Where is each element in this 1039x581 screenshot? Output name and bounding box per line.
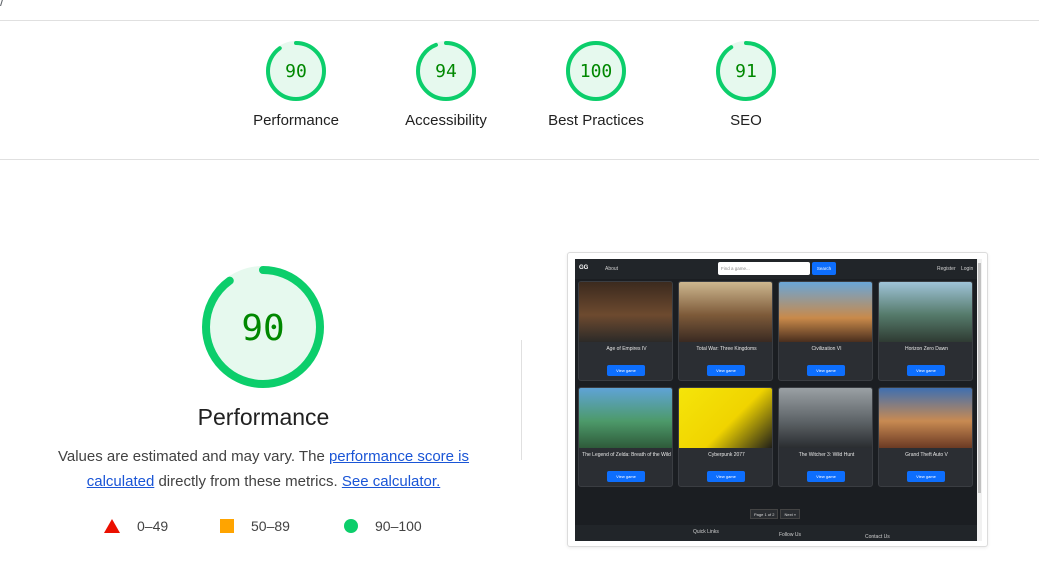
thumb-game-card: Grand Theft Auto V View game: [878, 387, 973, 487]
triangle-icon: [104, 519, 120, 533]
thumb-view-game-button: View game: [807, 365, 845, 376]
final-screenshot[interactable]: GG About Find a game... Search Register …: [567, 252, 988, 547]
game-cover-image: [879, 282, 972, 342]
thumb-game-title: Total War: Three Kingdoms: [696, 346, 757, 352]
url-fragment: /: [0, 0, 5, 9]
gauge-accessibility[interactable]: 94 Accessibility: [386, 40, 506, 129]
legend-pass: 90–100: [344, 518, 422, 534]
circle-icon: [344, 519, 358, 533]
performance-title: Performance: [197, 404, 330, 430]
thumb-page-indicator: Page 1 of 2: [750, 509, 779, 519]
thumb-game-card: Cyberpunk 2077 View game: [678, 387, 773, 487]
thumb-game-title: The Witcher 3: Wild Hunt: [798, 452, 855, 458]
thumb-contact-us: Contact Us: [865, 534, 890, 540]
legend-fail: 0–49: [104, 518, 168, 534]
thumb-view-game-button: View game: [907, 471, 945, 482]
gauge-score: 94: [435, 61, 457, 82]
game-cover-image: [779, 388, 872, 448]
performance-gauge: 90: [198, 262, 328, 392]
thumb-game-card: Horizon Zero Dawn View game: [878, 281, 973, 381]
thumb-game-card: The Witcher 3: Wild Hunt View game: [778, 387, 873, 487]
thumb-view-game-button: View game: [707, 471, 745, 482]
gauge-best-practices[interactable]: 100 Best Practices: [536, 40, 656, 129]
game-cover-image: [679, 282, 772, 342]
square-icon: [220, 519, 234, 533]
game-cover-image: [679, 388, 772, 448]
gauge-ring: 100: [566, 41, 626, 101]
thumb-view-game-button: View game: [707, 365, 745, 376]
thumb-login: Login: [961, 266, 974, 272]
gauge-ring: 90: [266, 41, 326, 101]
see-calculator-link[interactable]: See calculator.: [342, 473, 440, 490]
thumb-about: About: [605, 266, 619, 272]
divider: [521, 340, 522, 460]
gauge-ring: 91: [716, 41, 776, 101]
gauge-seo[interactable]: 91 SEO: [686, 40, 806, 129]
game-cover-image: [779, 282, 872, 342]
thumb-next-button: Next »: [780, 509, 801, 519]
legend-range: 50–89: [251, 518, 290, 534]
gauge-label: Performance: [253, 112, 339, 129]
desc-prefix: Values are estimated and may vary. The: [57, 448, 329, 465]
thumb-footer: Quick Links Follow Us Contact Us: [575, 525, 977, 541]
game-cover-image: [579, 282, 672, 342]
game-cover-image: [579, 388, 672, 448]
screenshot-thumbnail: GG About Find a game... Search Register …: [575, 259, 982, 541]
thumb-pagination: Page 1 of 2 Next »: [750, 509, 801, 519]
legend-range: 90–100: [375, 518, 422, 534]
thumb-navbar: GG About Find a game... Search Register …: [575, 259, 977, 279]
thumb-game-card: Age of Empires IV View game: [578, 281, 673, 381]
thumb-search-input: Find a game...: [718, 262, 810, 275]
category-scores-bar: 90 Performance 94 Accessibility 100 Best…: [0, 20, 1039, 160]
thumb-game-title: Grand Theft Auto V: [905, 452, 948, 458]
gauge-ring: 94: [416, 41, 476, 101]
thumb-scrollbar: [977, 259, 982, 541]
legend-average: 50–89: [220, 518, 290, 534]
thumb-quick-links: Quick Links: [693, 529, 719, 535]
thumb-game-title: Age of Empires IV: [606, 346, 647, 352]
thumb-game-card: Total War: Three Kingdoms View game: [678, 281, 773, 381]
thumb-register: Register: [937, 266, 956, 272]
big-gauge-ring: 90: [202, 266, 324, 388]
game-cover-image: [879, 388, 972, 448]
thumb-view-game-button: View game: [607, 471, 645, 482]
thumb-game-title: The Legend of Zelda: Breath of the Wild: [582, 452, 671, 458]
gauge-score: 90: [285, 61, 307, 82]
thumb-brand: GG: [579, 265, 589, 271]
thumb-scrollbar-thumb: [978, 263, 981, 493]
desc-middle: directly from these metrics.: [154, 473, 342, 490]
thumb-search-button: Search: [812, 262, 836, 275]
thumb-follow-us: Follow Us: [779, 532, 801, 538]
thumb-view-game-button: View game: [907, 365, 945, 376]
gauge-label: SEO: [730, 112, 762, 129]
thumb-game-title: Horizon Zero Dawn: [904, 346, 949, 352]
thumb-view-game-button: View game: [807, 471, 845, 482]
thumb-view-game-button: View game: [607, 365, 645, 376]
gauge-label: Best Practices: [548, 112, 644, 129]
gauge-label: Accessibility: [405, 112, 487, 129]
thumb-game-card: The Legend of Zelda: Breath of the Wild …: [578, 387, 673, 487]
thumb-game-title: Cyberpunk 2077: [708, 452, 745, 458]
legend-range: 0–49: [137, 518, 169, 534]
performance-description: Values are estimated and may vary. The p…: [50, 444, 477, 494]
big-gauge-score: 90: [241, 308, 284, 349]
thumb-game-title: Civilization VI: [811, 346, 842, 352]
gauge-score: 100: [580, 61, 613, 82]
gauge-score: 91: [735, 61, 757, 82]
gauge-performance[interactable]: 90 Performance: [236, 40, 356, 129]
thumb-game-card: Civilization VI View game: [778, 281, 873, 381]
